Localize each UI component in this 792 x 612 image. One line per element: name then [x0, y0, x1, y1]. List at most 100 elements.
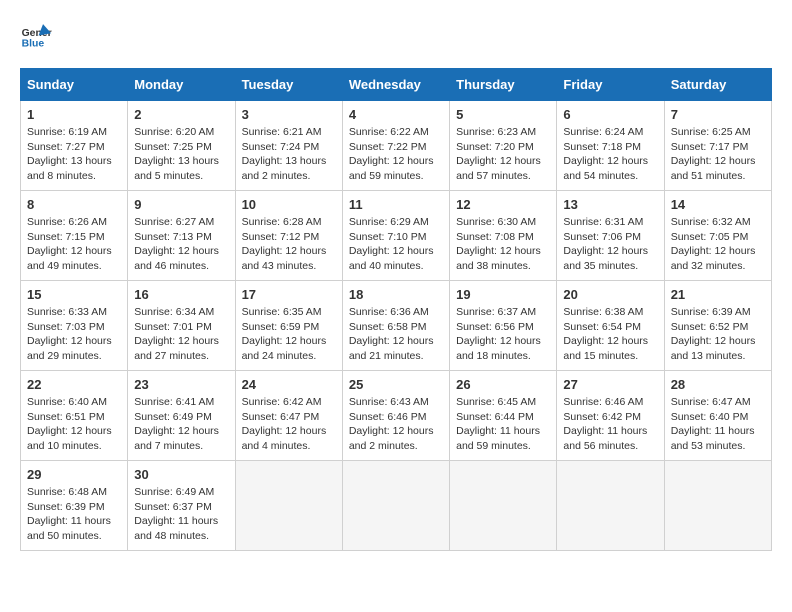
day-number: 20 — [563, 287, 657, 302]
day-info: Sunrise: 6:26 AM Sunset: 7:15 PM Dayligh… — [27, 215, 121, 274]
calendar-body: 1 Sunrise: 6:19 AM Sunset: 7:27 PM Daylig… — [21, 101, 772, 551]
calendar-cell: 8 Sunrise: 6:26 AM Sunset: 7:15 PM Daylig… — [21, 191, 128, 281]
day-number: 14 — [671, 197, 765, 212]
day-number: 29 — [27, 467, 121, 482]
calendar-cell: 18 Sunrise: 6:36 AM Sunset: 6:58 PM Dayli… — [342, 281, 449, 371]
calendar-header-row: SundayMondayTuesdayWednesdayThursdayFrid… — [21, 69, 772, 101]
day-number: 15 — [27, 287, 121, 302]
day-info: Sunrise: 6:27 AM Sunset: 7:13 PM Dayligh… — [134, 215, 228, 274]
calendar-cell: 27 Sunrise: 6:46 AM Sunset: 6:42 PM Dayli… — [557, 371, 664, 461]
calendar-cell: 2Sunrise: 6:20 AM Sunset: 7:25 PM Daylig… — [128, 101, 235, 191]
day-number: 6 — [563, 107, 657, 122]
day-info: Sunrise: 6:35 AM Sunset: 6:59 PM Dayligh… — [242, 305, 336, 364]
day-number: 18 — [349, 287, 443, 302]
day-number: 12 — [456, 197, 550, 212]
day-number: 22 — [27, 377, 121, 392]
page-header: General Blue — [20, 20, 772, 52]
calendar-cell — [664, 461, 771, 551]
calendar-cell: 28 Sunrise: 6:47 AM Sunset: 6:40 PM Dayli… — [664, 371, 771, 461]
calendar-cell: 3 Sunrise: 6:21 AM Sunset: 7:24 PM Daylig… — [235, 101, 342, 191]
day-number: 5 — [456, 107, 550, 122]
day-info: Sunrise: 6:49 AM Sunset: 6:37 PM Dayligh… — [134, 485, 228, 544]
day-info: Sunrise: 6:21 AM Sunset: 7:24 PM Dayligh… — [242, 125, 336, 184]
calendar-cell: 25 Sunrise: 6:43 AM Sunset: 6:46 PM Dayli… — [342, 371, 449, 461]
day-number: 24 — [242, 377, 336, 392]
column-header-tuesday: Tuesday — [235, 69, 342, 101]
day-number: 7 — [671, 107, 765, 122]
day-number: 16 — [134, 287, 228, 302]
logo: General Blue — [20, 20, 56, 52]
calendar-cell: 15 Sunrise: 6:33 AM Sunset: 7:03 PM Dayli… — [21, 281, 128, 371]
day-info: Sunrise: 6:34 AM Sunset: 7:01 PM Dayligh… — [134, 305, 228, 364]
calendar-cell: 9 Sunrise: 6:27 AM Sunset: 7:13 PM Daylig… — [128, 191, 235, 281]
calendar-cell: 6 Sunrise: 6:24 AM Sunset: 7:18 PM Daylig… — [557, 101, 664, 191]
day-number: 17 — [242, 287, 336, 302]
column-header-friday: Friday — [557, 69, 664, 101]
calendar-cell: 29 Sunrise: 6:48 AM Sunset: 6:39 PM Dayli… — [21, 461, 128, 551]
calendar-cell: 11 Sunrise: 6:29 AM Sunset: 7:10 PM Dayli… — [342, 191, 449, 281]
calendar-cell: 26Sunrise: 6:45 AM Sunset: 6:44 PM Dayli… — [450, 371, 557, 461]
calendar-week-2: 15 Sunrise: 6:33 AM Sunset: 7:03 PM Dayli… — [21, 281, 772, 371]
calendar-cell: 10Sunrise: 6:28 AM Sunset: 7:12 PM Dayli… — [235, 191, 342, 281]
day-info: Sunrise: 6:23 AM Sunset: 7:20 PM Dayligh… — [456, 125, 550, 184]
day-number: 30 — [134, 467, 228, 482]
day-number: 3 — [242, 107, 336, 122]
calendar-cell: 16 Sunrise: 6:34 AM Sunset: 7:01 PM Dayli… — [128, 281, 235, 371]
day-number: 21 — [671, 287, 765, 302]
calendar-cell: 19 Sunrise: 6:37 AM Sunset: 6:56 PM Dayli… — [450, 281, 557, 371]
calendar-cell — [342, 461, 449, 551]
calendar-cell — [557, 461, 664, 551]
calendar-cell: 22 Sunrise: 6:40 AM Sunset: 6:51 PM Dayli… — [21, 371, 128, 461]
day-number: 28 — [671, 377, 765, 392]
day-info: Sunrise: 6:40 AM Sunset: 6:51 PM Dayligh… — [27, 395, 121, 454]
column-header-wednesday: Wednesday — [342, 69, 449, 101]
day-number: 1 — [27, 107, 121, 122]
calendar-cell: 1 Sunrise: 6:19 AM Sunset: 7:27 PM Daylig… — [21, 101, 128, 191]
calendar-week-4: 29 Sunrise: 6:48 AM Sunset: 6:39 PM Dayli… — [21, 461, 772, 551]
column-header-saturday: Saturday — [664, 69, 771, 101]
day-number: 27 — [563, 377, 657, 392]
day-info: Sunrise: 6:32 AM Sunset: 7:05 PM Dayligh… — [671, 215, 765, 274]
column-header-monday: Monday — [128, 69, 235, 101]
day-number: 23 — [134, 377, 228, 392]
day-info: Sunrise: 6:36 AM Sunset: 6:58 PM Dayligh… — [349, 305, 443, 364]
day-number: 25 — [349, 377, 443, 392]
calendar-cell: 24 Sunrise: 6:42 AM Sunset: 6:47 PM Dayli… — [235, 371, 342, 461]
day-number: 9 — [134, 197, 228, 212]
day-info: Sunrise: 6:19 AM Sunset: 7:27 PM Dayligh… — [27, 125, 121, 184]
day-info: Sunrise: 6:38 AM Sunset: 6:54 PM Dayligh… — [563, 305, 657, 364]
svg-text:Blue: Blue — [22, 38, 45, 49]
day-number: 11 — [349, 197, 443, 212]
calendar-cell: 17 Sunrise: 6:35 AM Sunset: 6:59 PM Dayli… — [235, 281, 342, 371]
day-info: Sunrise: 6:46 AM Sunset: 6:42 PM Dayligh… — [563, 395, 657, 454]
day-number: 26 — [456, 377, 550, 392]
calendar-cell: 20 Sunrise: 6:38 AM Sunset: 6:54 PM Dayli… — [557, 281, 664, 371]
day-number: 13 — [563, 197, 657, 212]
day-number: 19 — [456, 287, 550, 302]
day-info: Sunrise: 6:37 AM Sunset: 6:56 PM Dayligh… — [456, 305, 550, 364]
calendar-cell: 7Sunrise: 6:25 AM Sunset: 7:17 PM Daylig… — [664, 101, 771, 191]
day-info: Sunrise: 6:22 AM Sunset: 7:22 PM Dayligh… — [349, 125, 443, 184]
calendar-cell: 12 Sunrise: 6:30 AM Sunset: 7:08 PM Dayli… — [450, 191, 557, 281]
calendar-cell: 23 Sunrise: 6:41 AM Sunset: 6:49 PM Dayli… — [128, 371, 235, 461]
day-number: 4 — [349, 107, 443, 122]
day-info: Sunrise: 6:43 AM Sunset: 6:46 PM Dayligh… — [349, 395, 443, 454]
calendar-week-0: 1 Sunrise: 6:19 AM Sunset: 7:27 PM Daylig… — [21, 101, 772, 191]
calendar-cell: 30 Sunrise: 6:49 AM Sunset: 6:37 PM Dayli… — [128, 461, 235, 551]
calendar-cell — [450, 461, 557, 551]
day-info: Sunrise: 6:30 AM Sunset: 7:08 PM Dayligh… — [456, 215, 550, 274]
calendar-cell: 13Sunrise: 6:31 AM Sunset: 7:06 PM Dayli… — [557, 191, 664, 281]
day-info: Sunrise: 6:48 AM Sunset: 6:39 PM Dayligh… — [27, 485, 121, 544]
calendar-cell: 4 Sunrise: 6:22 AM Sunset: 7:22 PM Daylig… — [342, 101, 449, 191]
day-info: Sunrise: 6:33 AM Sunset: 7:03 PM Dayligh… — [27, 305, 121, 364]
day-number: 2 — [134, 107, 228, 122]
calendar-cell: 5 Sunrise: 6:23 AM Sunset: 7:20 PM Daylig… — [450, 101, 557, 191]
day-info: Sunrise: 6:47 AM Sunset: 6:40 PM Dayligh… — [671, 395, 765, 454]
day-info: Sunrise: 6:41 AM Sunset: 6:49 PM Dayligh… — [134, 395, 228, 454]
day-info: Sunrise: 6:29 AM Sunset: 7:10 PM Dayligh… — [349, 215, 443, 274]
day-number: 8 — [27, 197, 121, 212]
day-info: Sunrise: 6:42 AM Sunset: 6:47 PM Dayligh… — [242, 395, 336, 454]
day-info: Sunrise: 6:24 AM Sunset: 7:18 PM Dayligh… — [563, 125, 657, 184]
calendar-cell: 21 Sunrise: 6:39 AM Sunset: 6:52 PM Dayli… — [664, 281, 771, 371]
day-info: Sunrise: 6:39 AM Sunset: 6:52 PM Dayligh… — [671, 305, 765, 364]
